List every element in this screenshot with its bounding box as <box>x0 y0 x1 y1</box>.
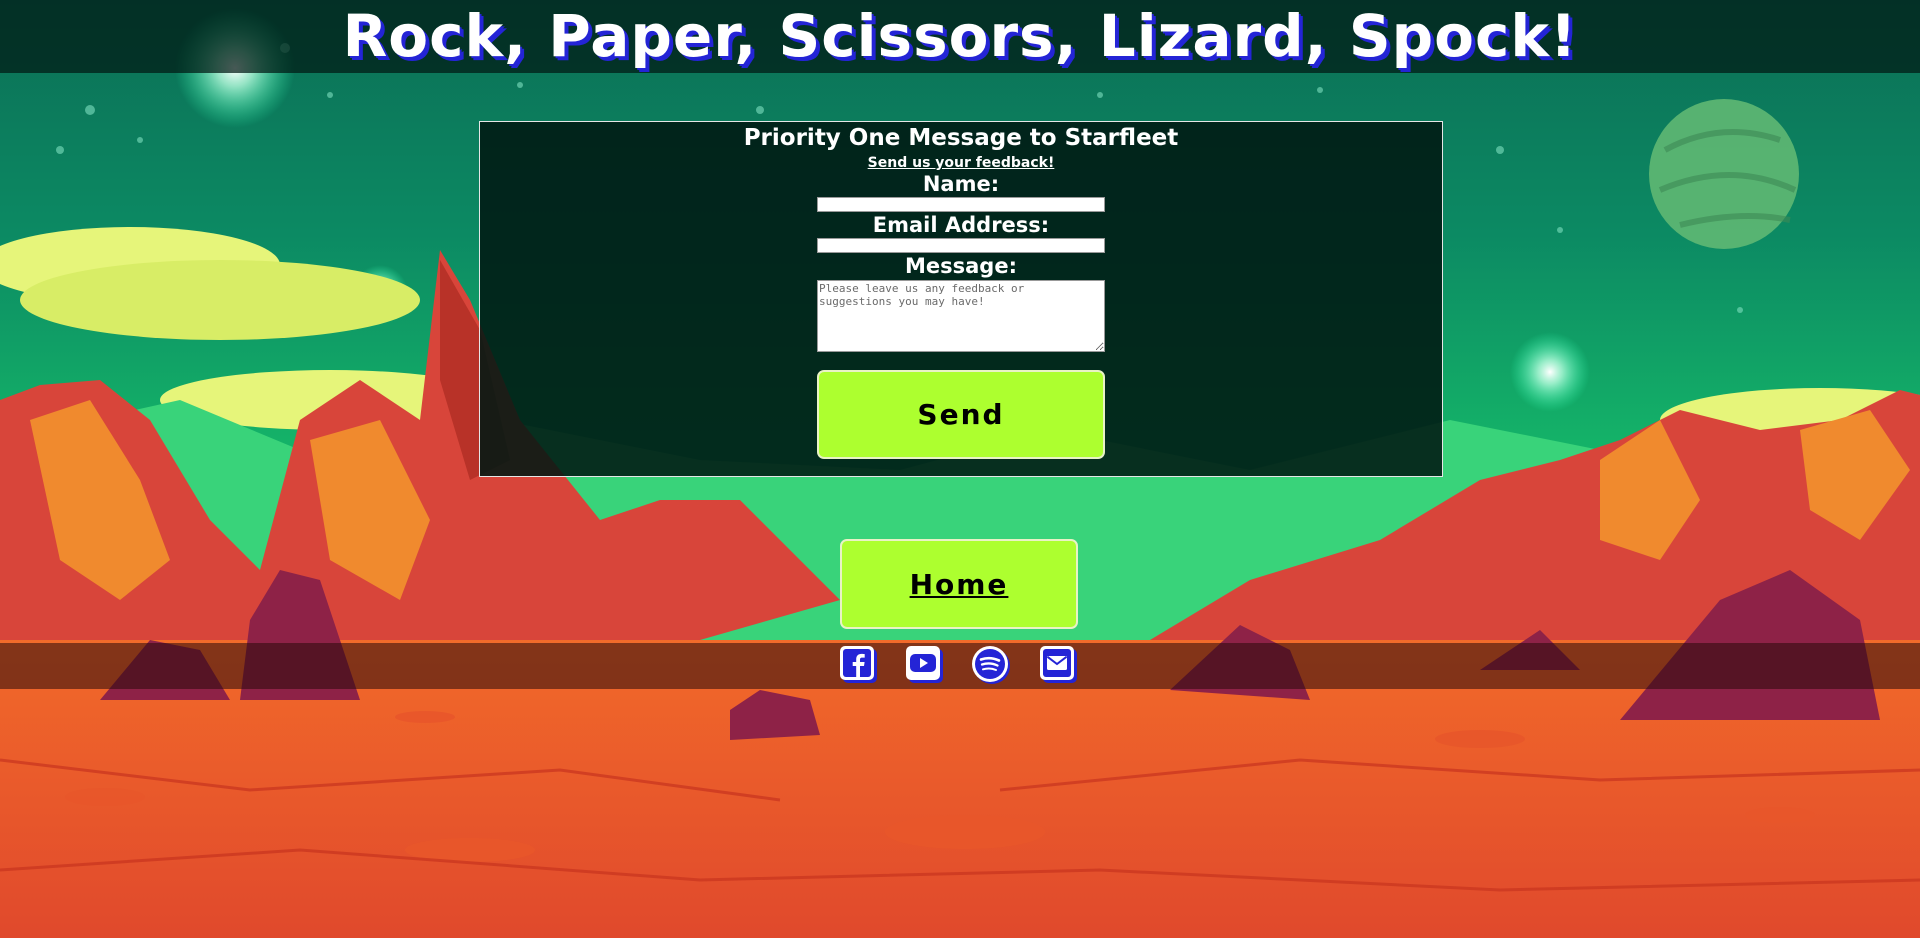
name-input[interactable] <box>817 197 1105 212</box>
spotify-link[interactable] <box>971 645 1011 685</box>
name-label: Name: <box>922 172 1000 196</box>
facebook-link[interactable] <box>839 645 879 685</box>
feedback-link[interactable]: Send us your feedback! <box>868 155 1055 171</box>
form-heading: Priority One Message to Starfleet <box>743 125 1179 151</box>
email-label: Email Address: <box>872 213 1050 237</box>
email-icon <box>1040 646 1077 683</box>
youtube-link[interactable] <box>905 645 945 685</box>
header-bar: Rock, Paper, Scissors, Lizard, Spock! <box>0 0 1920 73</box>
message-label: Message: <box>905 254 1017 278</box>
youtube-icon <box>906 646 943 683</box>
email-link[interactable] <box>1039 645 1079 685</box>
email-input[interactable] <box>817 238 1105 253</box>
send-button[interactable]: Send <box>817 370 1105 459</box>
spotify-icon <box>972 646 1010 684</box>
contact-form: Priority One Message to Starfleet Send u… <box>479 121 1443 477</box>
home-button[interactable]: Home <box>840 539 1078 629</box>
site-title: Rock, Paper, Scissors, Lizard, Spock! <box>342 2 1578 70</box>
footer-bar <box>0 643 1920 689</box>
message-textarea[interactable] <box>817 280 1105 352</box>
facebook-icon <box>840 646 877 683</box>
